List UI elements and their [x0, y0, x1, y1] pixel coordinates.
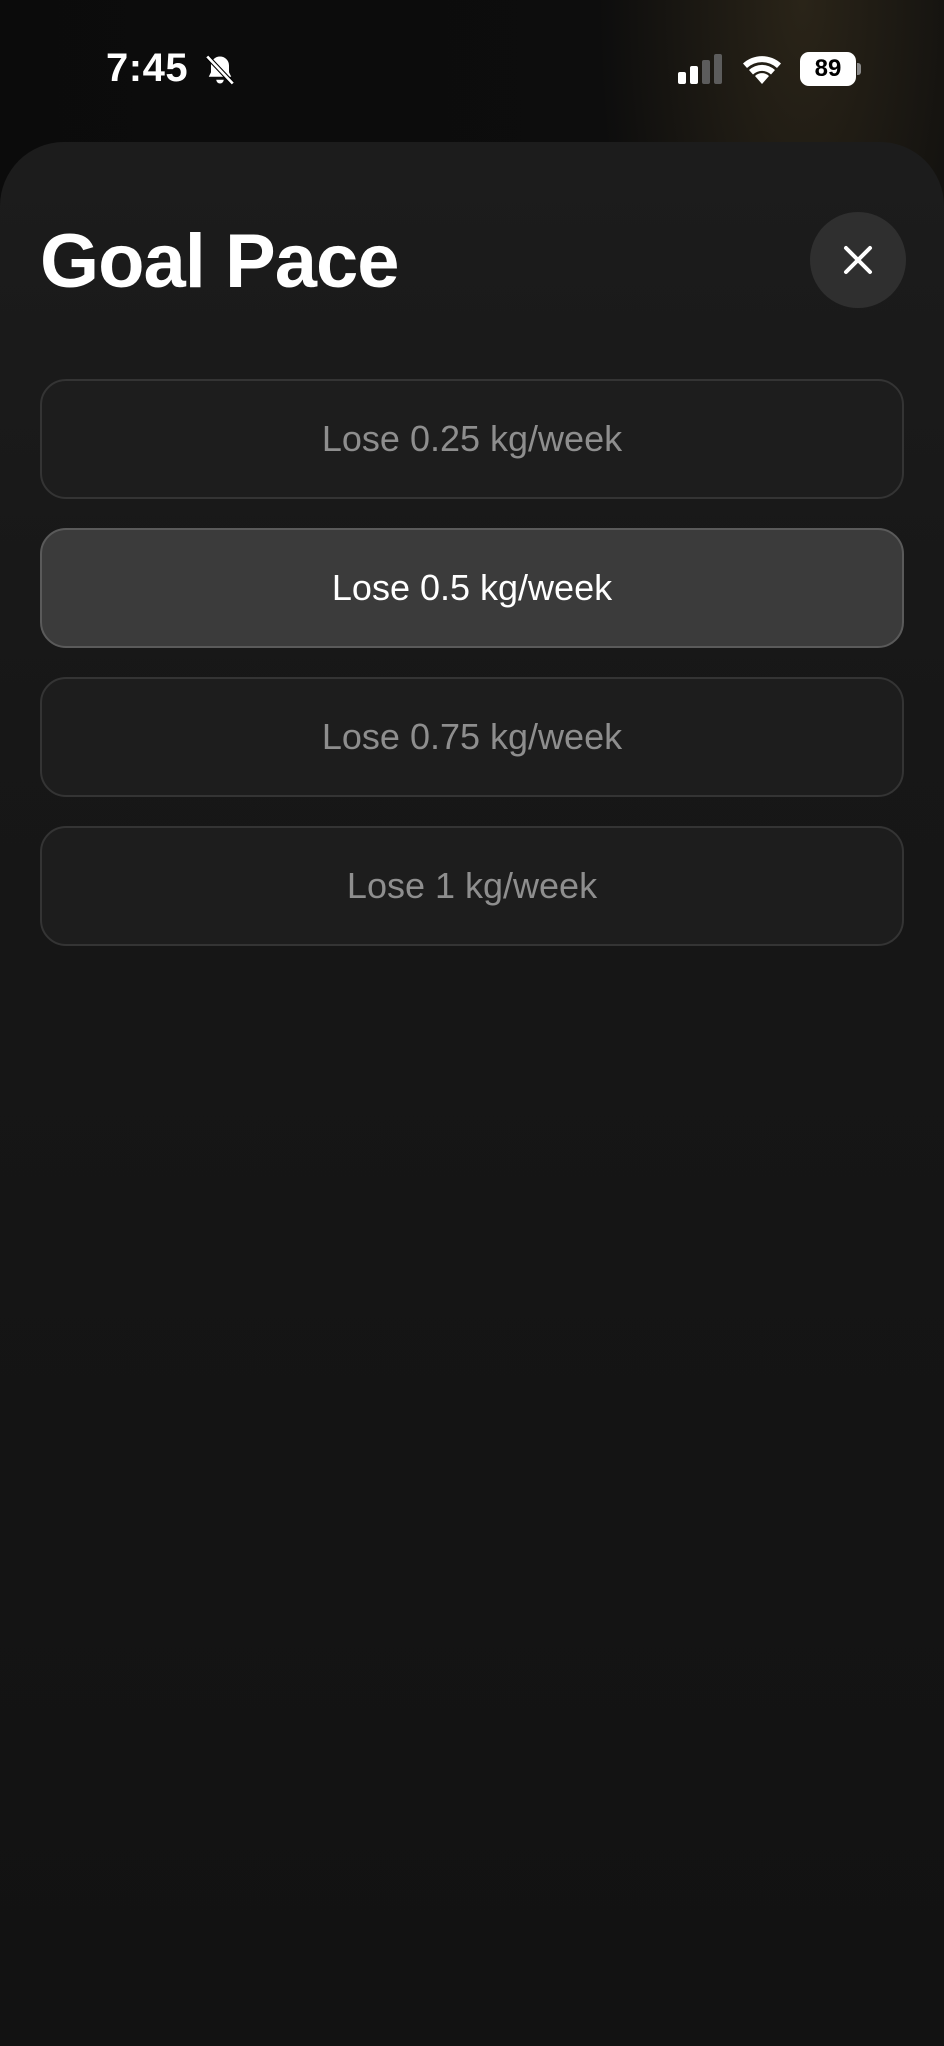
- pace-option-1[interactable]: Lose 1 kg/week: [40, 826, 904, 946]
- sheet-title: Goal Pace: [40, 219, 400, 304]
- wifi-icon: [743, 56, 781, 84]
- pace-options-list: Lose 0.25 kg/week Lose 0.5 kg/week Lose …: [40, 379, 904, 975]
- goal-pace-sheet: Goal Pace Lose 0.25 kg/week Lose 0.5 kg/…: [0, 142, 944, 2046]
- status-bar: 7:45 89: [0, 0, 944, 140]
- battery-level: 89: [800, 52, 856, 86]
- cellular-signal-icon: [678, 54, 722, 84]
- pace-option-label: Lose 0.25 kg/week: [321, 418, 623, 459]
- pace-option-label: Lose 1 kg/week: [346, 865, 598, 906]
- pace-option-0-5[interactable]: Lose 0.5 kg/week: [40, 528, 904, 648]
- close-icon: [844, 246, 872, 274]
- pace-option-label: Lose 0.75 kg/week: [321, 716, 623, 757]
- bell-slash-icon: [205, 54, 235, 86]
- pace-option-label: Lose 0.5 kg/week: [331, 567, 613, 608]
- status-time: 7:45: [106, 46, 189, 90]
- screen: 7:45 89 Goal Pace Lose 0.25 kg/week Lose…: [0, 0, 944, 2046]
- pace-option-0-25[interactable]: Lose 0.25 kg/week: [40, 379, 904, 499]
- pace-option-0-75[interactable]: Lose 0.75 kg/week: [40, 677, 904, 797]
- battery-tip: [857, 63, 861, 75]
- close-button[interactable]: [810, 212, 906, 308]
- battery-icon: 89: [800, 52, 861, 86]
